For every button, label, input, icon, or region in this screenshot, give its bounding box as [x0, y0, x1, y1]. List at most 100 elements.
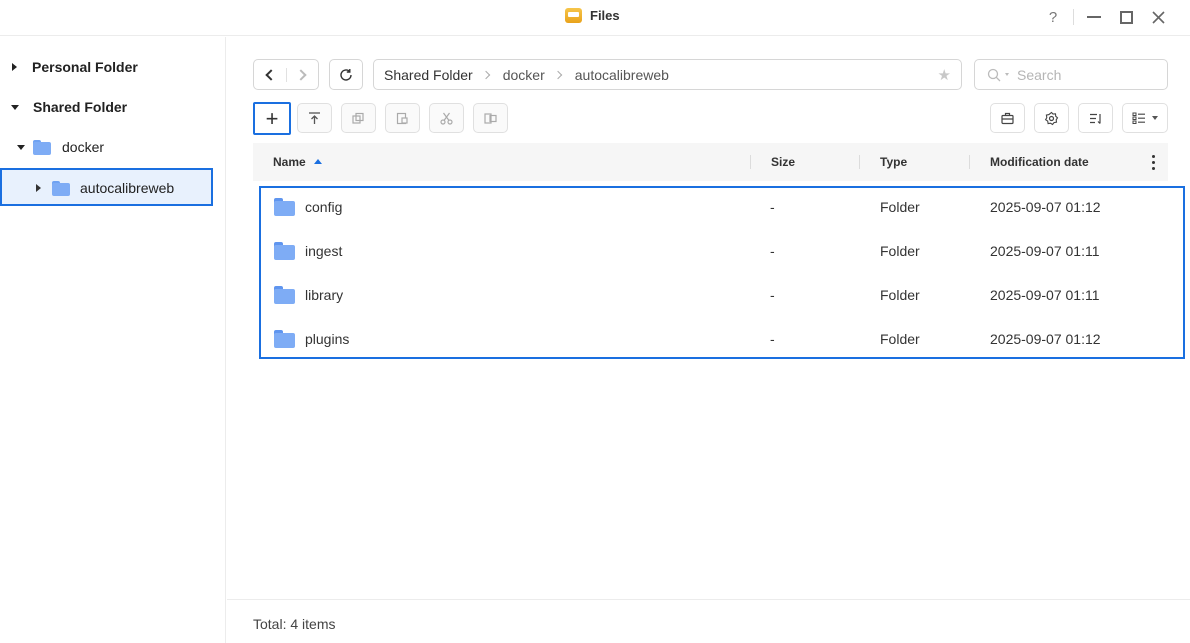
file-modified: 2025-09-07 01:12: [990, 199, 1101, 215]
copy-button[interactable]: [341, 103, 376, 133]
minimize-button[interactable]: [1078, 6, 1110, 28]
column-divider[interactable]: [859, 155, 860, 169]
table-header: Name Size Type Modification date: [253, 143, 1168, 181]
column-divider[interactable]: [750, 155, 751, 169]
column-header-label: Name: [273, 155, 306, 169]
maximize-icon: [1119, 10, 1133, 24]
docker-folder-icon: [33, 139, 51, 155]
navigation-buttons: [253, 59, 319, 90]
file-modified: 2025-09-07 01:12: [990, 331, 1101, 347]
file-type: Folder: [880, 287, 920, 303]
file-list: config - Folder 2025-09-07 01:12 ingest …: [259, 186, 1185, 359]
back-button[interactable]: [254, 60, 286, 89]
favorite-star-icon[interactable]: ★: [938, 66, 951, 84]
caret-down-icon[interactable]: [17, 144, 25, 150]
column-header-modified[interactable]: Modification date: [990, 155, 1089, 169]
sidebar-item-label: Shared Folder: [33, 99, 128, 115]
file-size: -: [770, 287, 775, 303]
folder-icon: [274, 242, 295, 260]
maximize-button[interactable]: [1110, 6, 1142, 28]
forward-button[interactable]: [286, 60, 318, 89]
move-icon: [484, 112, 497, 124]
settings-icon: [1044, 111, 1059, 125]
upload-button[interactable]: [297, 103, 332, 133]
briefcase-icon: [1001, 112, 1014, 124]
help-button[interactable]: ?: [1037, 6, 1069, 28]
refresh-icon: [340, 68, 352, 81]
sidebar-item-row: autocalibreweb: [36, 170, 174, 206]
close-button[interactable]: [1142, 6, 1174, 28]
chevron-right-icon: [481, 70, 490, 79]
breadcrumb-item[interactable]: docker: [503, 67, 545, 83]
column-divider[interactable]: [969, 155, 970, 169]
sidebar-item-shared-folder[interactable]: Shared Folder: [11, 89, 127, 125]
move-button[interactable]: [473, 103, 508, 133]
file-size: -: [770, 199, 775, 215]
create-button[interactable]: +: [253, 102, 291, 135]
title-bar: Files ?: [0, 0, 1190, 36]
column-header-size[interactable]: Size: [771, 155, 795, 169]
file-name: ingest: [305, 243, 343, 259]
sort-icon: [1090, 113, 1101, 124]
file-size: -: [770, 243, 775, 259]
file-name: library: [305, 287, 344, 303]
paste-button[interactable]: [385, 103, 420, 133]
sidebar-item-label: autocalibreweb: [80, 180, 175, 196]
window-controls: ?: [1037, 6, 1174, 28]
file-name: plugins: [305, 331, 350, 347]
sort-button[interactable]: [1078, 103, 1113, 133]
list-view-icon: [1132, 112, 1145, 124]
caret-right-icon[interactable]: [12, 63, 17, 71]
minimize-icon: [1087, 16, 1101, 18]
file-type: Folder: [880, 331, 920, 347]
sidebar-item-label: Personal Folder: [32, 59, 138, 75]
item-count: Total: 4 items: [253, 616, 336, 632]
column-options-icon[interactable]: [1152, 155, 1156, 170]
search-box[interactable]: [974, 59, 1168, 90]
chevron-right-icon: [553, 70, 562, 79]
app-title-text: Files: [590, 8, 620, 23]
plus-icon: +: [265, 105, 279, 131]
window-controls-divider: [1073, 9, 1074, 25]
file-modified: 2025-09-07 01:11: [990, 287, 1100, 303]
view-mode-button[interactable]: [1122, 103, 1168, 133]
folder-icon: [274, 286, 295, 304]
path-bar[interactable]: Shared Folder docker autocalibreweb ★: [373, 59, 962, 90]
cut-icon: [440, 112, 453, 125]
sort-ascending-icon: [313, 159, 322, 164]
files-app-icon: [565, 8, 582, 23]
caret-right-icon[interactable]: [36, 184, 41, 192]
sidebar-item-label: docker: [62, 139, 105, 155]
chevron-down-icon: [1152, 116, 1158, 120]
table-row[interactable]: plugins - Folder 2025-09-07 01:12: [261, 320, 1183, 364]
status-bar: Total: 4 items: [227, 599, 1190, 643]
search-input[interactable]: [1017, 66, 1137, 83]
folder-icon: [274, 330, 295, 348]
sidebar-item-autocalibreweb[interactable]: autocalibreweb: [0, 168, 213, 206]
search-options-caret-icon[interactable]: [1005, 73, 1009, 76]
breadcrumb-item[interactable]: Shared Folder: [384, 67, 473, 83]
sidebar-item-docker[interactable]: docker: [17, 129, 104, 165]
settings-button[interactable]: [1034, 103, 1069, 133]
table-row[interactable]: ingest - Folder 2025-09-07 01:11: [261, 232, 1183, 276]
caret-down-icon[interactable]: [11, 104, 19, 110]
file-type: Folder: [880, 199, 920, 215]
file-name: config: [305, 199, 343, 215]
breadcrumb-item[interactable]: autocalibreweb: [575, 67, 669, 83]
upload-icon: [309, 111, 320, 124]
file-type: Folder: [880, 243, 920, 259]
help-icon: ?: [1048, 8, 1058, 26]
briefcase-button[interactable]: [990, 103, 1025, 133]
folder-icon: [274, 198, 295, 216]
table-row[interactable]: config - Folder 2025-09-07 01:12: [261, 188, 1183, 232]
column-header-name[interactable]: Name: [273, 155, 322, 169]
search-icon: [987, 68, 1001, 81]
sidebar-item-personal-folder[interactable]: Personal Folder: [12, 49, 138, 85]
cut-button[interactable]: [429, 103, 464, 133]
table-row[interactable]: library - Folder 2025-09-07 01:11: [261, 276, 1183, 320]
sidebar: Personal Folder Shared Folder docker aut…: [0, 37, 226, 643]
refresh-button[interactable]: [329, 59, 363, 90]
folder-icon: [52, 180, 70, 196]
column-header-type[interactable]: Type: [880, 155, 907, 169]
copy-icon: [352, 112, 364, 124]
